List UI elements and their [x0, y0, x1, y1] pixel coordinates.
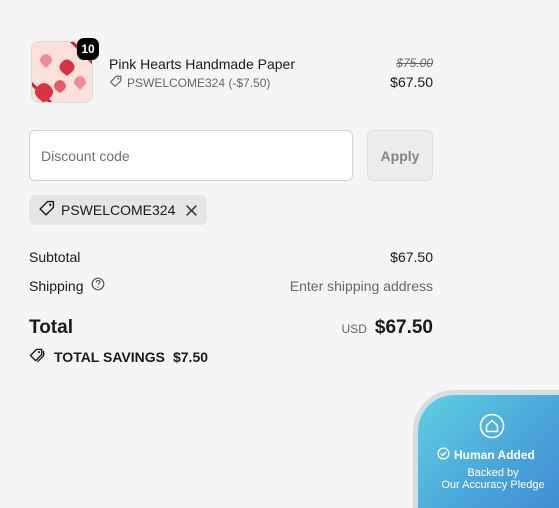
- help-circle-icon[interactable]: [91, 277, 105, 294]
- product-discount: PSWELCOME324 (-$7.50): [109, 75, 270, 91]
- subtotal-value: $67.50: [390, 249, 433, 265]
- home-icon: [479, 413, 505, 444]
- shipping-label: Shipping: [29, 277, 84, 294]
- tags-icon: [29, 348, 46, 366]
- tag-icon: [109, 75, 122, 91]
- close-icon[interactable]: [185, 204, 198, 217]
- pledge-title-row: Human Added: [437, 447, 535, 463]
- product-prices: $75.00 $67.50: [390, 56, 433, 91]
- check-circle-icon: [437, 447, 450, 463]
- pledge-line-2: Our Accuracy Pledge: [441, 479, 545, 491]
- line-item: 10 Pink Hearts Handmade Paper PSWELCOME3…: [29, 38, 433, 104]
- original-price: $75.00: [396, 56, 433, 70]
- product-price: $67.50: [390, 74, 433, 90]
- subtotal-label: Subtotal: [29, 249, 81, 265]
- product-discount-label: PSWELCOME324 (-$7.50): [127, 76, 271, 90]
- pledge-title: Human Added: [454, 448, 535, 462]
- pledge-subtitle: Backed by Our Accuracy Pledge: [418, 467, 559, 491]
- shipping-value: Enter shipping address: [289, 277, 433, 294]
- quantity-badge: 10: [77, 38, 99, 60]
- accuracy-pledge-badge[interactable]: Human Added Backed by Our Accuracy Pledg…: [418, 395, 559, 508]
- shipping-row: Shipping Enter shipping address: [29, 277, 433, 294]
- savings-label: TOTAL SAVINGS: [54, 349, 165, 365]
- pledge-line-1: Backed by: [467, 467, 519, 479]
- applied-discount-chip: PSWELCOME324: [29, 195, 208, 225]
- discount-form: Apply: [29, 130, 433, 181]
- total-amount: $67.50: [374, 317, 433, 338]
- order-summary: 10 Pink Hearts Handmade Paper PSWELCOME3…: [29, 38, 433, 365]
- currency-code: USD: [341, 322, 367, 336]
- product-thumbnail: 10: [31, 38, 99, 103]
- shipping-label-group: Shipping: [29, 277, 105, 294]
- total-row: Total USD $67.50: [29, 317, 433, 339]
- tag-icon: [38, 200, 55, 220]
- total-savings: TOTAL SAVINGS $7.50: [29, 348, 208, 366]
- discount-code-input[interactable]: [29, 130, 353, 181]
- subtotal-row: Subtotal $67.50: [29, 249, 433, 265]
- savings-value: $7.50: [172, 349, 209, 365]
- total-amount-group: USD $67.50: [342, 317, 433, 339]
- applied-code-label: PSWELCOME324: [61, 202, 176, 218]
- total-label: Total: [29, 317, 73, 338]
- apply-button[interactable]: Apply: [367, 130, 433, 181]
- product-name: Pink Hearts Handmade Paper: [109, 56, 295, 72]
